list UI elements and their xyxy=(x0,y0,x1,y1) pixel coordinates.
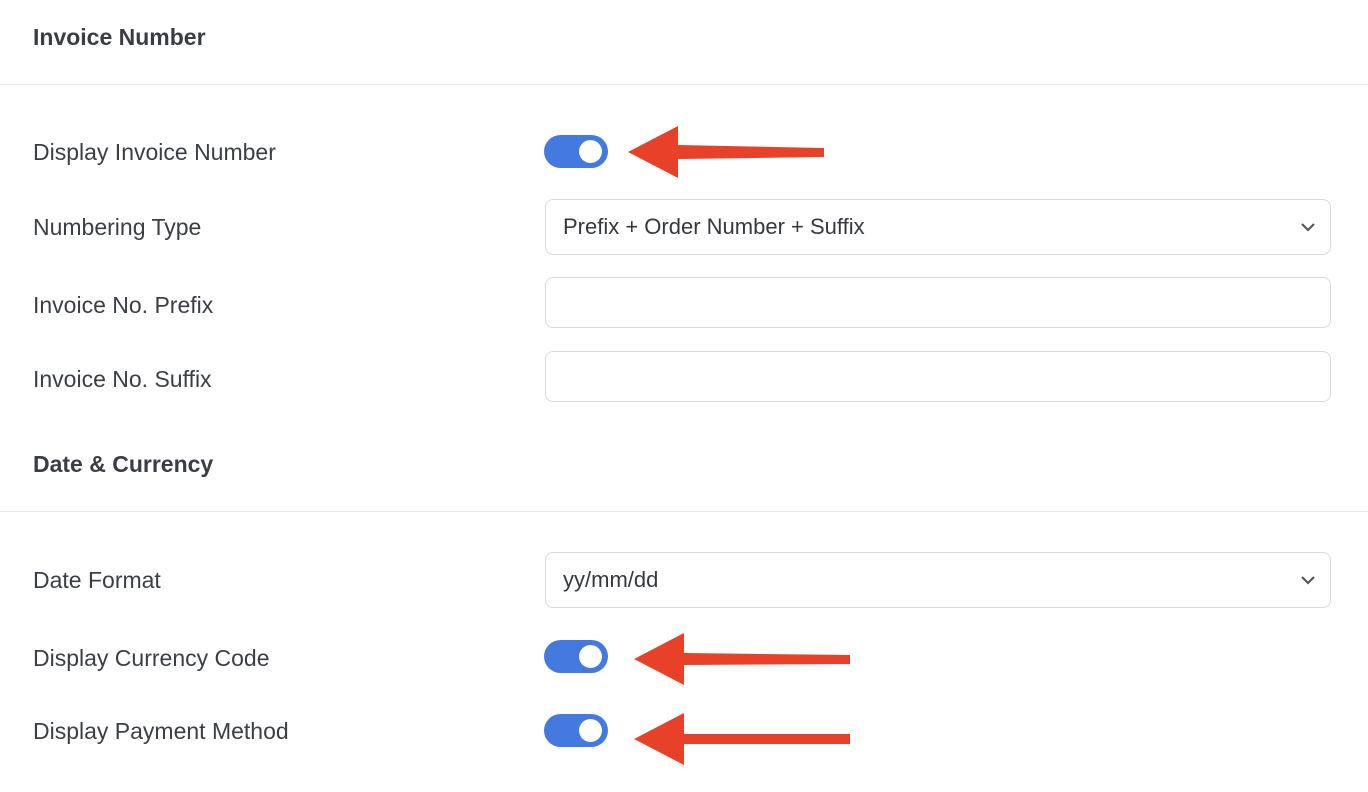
chevron-down-icon xyxy=(1301,576,1315,585)
annotation-arrow-icon xyxy=(628,126,824,178)
toggle-knob xyxy=(579,645,602,668)
numbering-type-value: Prefix + Order Number + Suffix xyxy=(563,214,865,239)
annotation-arrow-icon xyxy=(634,633,850,685)
chevron-down-icon xyxy=(1301,223,1315,232)
date-format-select[interactable]: yy/mm/dd xyxy=(545,552,1331,608)
display-payment-method-toggle[interactable] xyxy=(544,714,608,747)
section-title-date-currency: Date & Currency xyxy=(33,451,214,477)
date-format-value: yy/mm/dd xyxy=(563,567,659,592)
display-invoice-number-label: Display Invoice Number xyxy=(33,139,276,165)
invoice-suffix-input[interactable] xyxy=(545,351,1331,402)
toggle-knob xyxy=(579,719,602,742)
numbering-type-select[interactable]: Prefix + Order Number + Suffix xyxy=(545,199,1331,255)
date-format-label: Date Format xyxy=(33,567,161,593)
toggle-knob xyxy=(579,140,602,163)
section-title-invoice-number: Invoice Number xyxy=(33,24,206,50)
section-divider xyxy=(0,511,1368,512)
display-payment-method-label: Display Payment Method xyxy=(33,718,289,744)
display-currency-code-toggle[interactable] xyxy=(544,640,608,673)
invoice-prefix-label: Invoice No. Prefix xyxy=(33,292,214,318)
annotation-arrow-icon xyxy=(634,713,850,765)
invoice-suffix-label: Invoice No. Suffix xyxy=(33,366,212,392)
display-currency-code-label: Display Currency Code xyxy=(33,645,270,671)
numbering-type-label: Numbering Type xyxy=(33,214,202,240)
invoice-settings-page: Invoice Number Display Invoice Number Nu… xyxy=(0,0,1368,792)
display-invoice-number-toggle[interactable] xyxy=(544,135,608,168)
section-divider xyxy=(0,84,1368,85)
invoice-prefix-input[interactable] xyxy=(545,277,1331,328)
